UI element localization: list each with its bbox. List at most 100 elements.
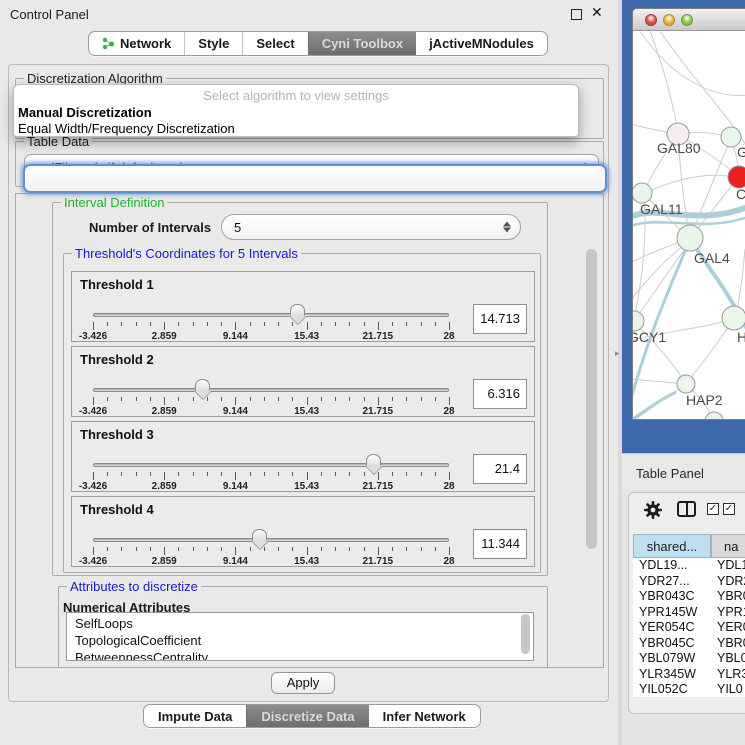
- attribute-list-item[interactable]: BetweennessCentrality: [67, 649, 533, 661]
- network-node[interactable]: [677, 375, 695, 393]
- close-icon[interactable]: ✕: [591, 4, 603, 21]
- number-of-intervals-label: Number of Intervals: [89, 220, 211, 235]
- slider-scale-labels: -3.4262.8599.14415.4321.71528: [93, 331, 449, 342]
- table-cell[interactable]: YER054C: [639, 620, 709, 636]
- float-window-icon[interactable]: [571, 9, 582, 20]
- table-cell[interactable]: YDR2: [717, 574, 745, 590]
- tab-cyni-toolbox[interactable]: Cyni Toolbox: [308, 32, 416, 55]
- apply-button[interactable]: Apply: [271, 672, 335, 694]
- slider-track[interactable]: [93, 463, 449, 467]
- table-cell[interactable]: YDL19...: [639, 558, 709, 574]
- table-cell[interactable]: YBL079W: [639, 651, 709, 667]
- slider-thumb[interactable]: [195, 379, 210, 391]
- threshold-value-field[interactable]: 6.316: [473, 379, 527, 409]
- slider-scale-labels: -3.4262.8599.14415.4321.71528: [93, 406, 449, 417]
- table-row[interactable]: YBR045C YBR0: [633, 636, 745, 652]
- attributes-list-scrollbar[interactable]: [521, 614, 530, 654]
- table-cell[interactable]: YBL0: [717, 651, 745, 667]
- tab-label: Select: [256, 36, 294, 51]
- table-cell[interactable]: YDL1: [717, 558, 745, 574]
- tab-style[interactable]: Style: [184, 32, 242, 55]
- table-row[interactable]: YIL052C YIL0: [633, 682, 745, 697]
- table-cell[interactable]: YIL052C: [639, 682, 709, 697]
- attribute-list-item[interactable]: SelfLoops: [67, 615, 533, 632]
- number-of-intervals-value: 5: [234, 220, 241, 235]
- table-cell[interactable]: YBR045C: [639, 636, 709, 652]
- network-node[interactable]: [677, 225, 703, 251]
- tab-jactivemnodules[interactable]: jActiveMNodules: [416, 32, 547, 55]
- network-window-titlebar[interactable]: [633, 9, 745, 31]
- threshold-panel: Threshold 2-3.4262.8599.14415.4321.71528…: [71, 346, 535, 417]
- tab-infer-network[interactable]: Infer Network: [369, 705, 480, 727]
- column-header-shared-name[interactable]: shared...: [633, 534, 711, 558]
- network-node[interactable]: [633, 183, 652, 203]
- network-view-window[interactable]: GAL80GALCGAL11GAL4GCY1HHAP2: [632, 8, 745, 420]
- tab-impute-data[interactable]: Impute Data: [144, 705, 246, 727]
- table-row[interactable]: YPR145W YPR1: [633, 605, 745, 621]
- table-row[interactable]: YDL19... YDL1: [633, 558, 745, 574]
- dropdown-option[interactable]: Manual Discretization: [18, 105, 152, 120]
- network-canvas[interactable]: GAL80GALCGAL11GAL4GCY1HHAP2: [633, 32, 745, 420]
- table-row[interactable]: YBR043C YBR0: [633, 589, 745, 605]
- number-of-intervals-combobox[interactable]: 5: [221, 214, 521, 240]
- network-edge: [650, 32, 678, 131]
- node-label: C: [736, 186, 745, 202]
- threshold-label: Threshold 1: [80, 277, 154, 292]
- combo-stepper-icon: [503, 222, 511, 233]
- checkbox-icon[interactable]: ✓: [723, 503, 735, 515]
- network-node[interactable]: [728, 166, 745, 188]
- table-cell[interactable]: YLR3: [717, 667, 745, 683]
- table-row[interactable]: YDR27... YDR2: [633, 574, 745, 590]
- columns-icon[interactable]: [677, 501, 696, 517]
- column-header-name[interactable]: na: [711, 534, 745, 558]
- table-cell[interactable]: YIL0: [717, 682, 745, 697]
- table-row[interactable]: YER054C YER0: [633, 620, 745, 636]
- numerical-attributes-list[interactable]: SelfLoopsTopologicalCoefficientBetweenne…: [66, 612, 534, 661]
- table-cell[interactable]: YBR0: [717, 589, 745, 605]
- table-cell[interactable]: YPR1: [717, 605, 745, 621]
- tab-select[interactable]: Select: [242, 32, 307, 55]
- table-cell[interactable]: YLR345W: [639, 667, 709, 683]
- node-label: GAL4: [694, 250, 730, 266]
- table-row[interactable]: YLR345W YLR3: [633, 667, 745, 683]
- threshold-value-field[interactable]: 21.4: [473, 454, 527, 484]
- panel-resize-grip[interactable]: ▸: [615, 349, 620, 358]
- threshold-panel: Threshold 1 -3.4262.8599.14415.4321.71528…: [71, 271, 535, 342]
- slider-ticks: [93, 547, 449, 556]
- tab-discretize-data[interactable]: Discretize Data: [246, 705, 368, 727]
- checkbox-icon[interactable]: ✓: [707, 503, 719, 515]
- algorithm-combobox[interactable]: [23, 164, 607, 193]
- table-cell[interactable]: YBR043C: [639, 589, 709, 605]
- table-cell[interactable]: YPR145W: [639, 605, 709, 621]
- table-cell[interactable]: YDR27...: [639, 574, 709, 590]
- dropdown-option[interactable]: Equal Width/Frequency Discretization: [18, 121, 235, 136]
- node-table: shared... na YDL19...YDL1YDR27...YDR2YBR…: [633, 534, 745, 697]
- window-close-icon[interactable]: [645, 14, 657, 26]
- table-cell[interactable]: YER0: [717, 620, 745, 636]
- slider-track[interactable]: [93, 538, 449, 542]
- threshold-value-field[interactable]: 11.344: [473, 529, 527, 559]
- tab-network[interactable]: Network: [89, 32, 184, 55]
- slider-track[interactable]: [93, 313, 449, 317]
- gear-icon[interactable]: [643, 500, 663, 520]
- slider-thumb[interactable]: [252, 529, 267, 541]
- network-node[interactable]: [705, 412, 723, 420]
- network-node[interactable]: [722, 306, 745, 330]
- slider-thumb[interactable]: [290, 304, 305, 316]
- window-minimize-icon[interactable]: [663, 14, 675, 26]
- slider-thumb[interactable]: [366, 454, 381, 466]
- attribute-list-item[interactable]: TopologicalCoefficient: [67, 632, 533, 649]
- cyni-toolbox-panel: Discretization Algorithm Table Data galF…: [8, 64, 609, 702]
- tab-label: Discretize Data: [261, 709, 354, 724]
- slider-track[interactable]: [93, 388, 449, 392]
- table-toolbar: ✓ ✓: [629, 493, 745, 531]
- table-row[interactable]: YBL079W YBL0: [633, 651, 745, 667]
- network-edge: [640, 32, 745, 95]
- table-cell[interactable]: YBR0: [717, 636, 745, 652]
- table-panel-title: Table Panel: [636, 466, 704, 481]
- threshold-value-field[interactable]: 14.713: [473, 304, 527, 334]
- panel-scrollbar[interactable]: [586, 249, 597, 549]
- window-zoom-icon[interactable]: [681, 14, 693, 26]
- network-node[interactable]: [633, 311, 644, 331]
- bottom-tabs: Impute Data Discretize Data Infer Network: [143, 704, 481, 728]
